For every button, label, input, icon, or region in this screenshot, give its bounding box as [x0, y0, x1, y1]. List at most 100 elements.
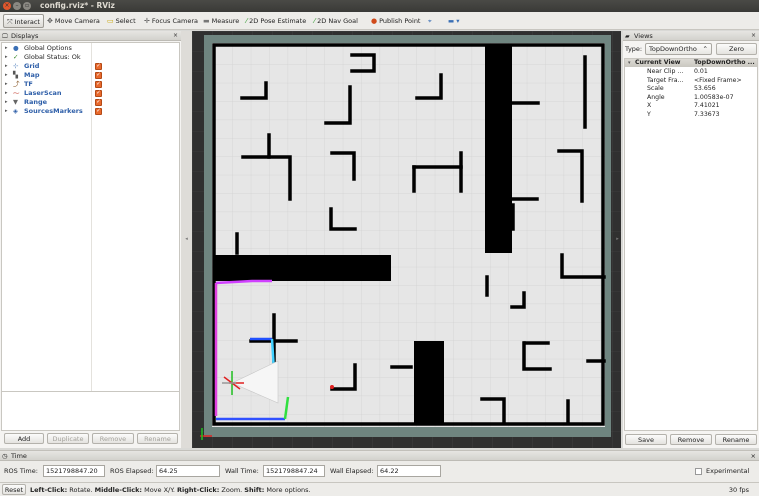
view-prop-scale[interactable]: Scale 53.656	[625, 85, 757, 93]
window-title: config.rviz* - RViz	[40, 1, 115, 10]
crosshair-tool-icon[interactable]: ⌖	[425, 14, 435, 28]
expand-arrow-icon[interactable]: ▸	[5, 44, 8, 53]
view-prop-near-clip-[interactable]: Near Clip ... 0.01	[625, 68, 757, 76]
clock-icon: ◷	[2, 452, 8, 460]
close-panel-icon[interactable]: ×	[172, 32, 179, 39]
view-prop-y[interactable]: Y 7.33673	[625, 111, 757, 119]
fps-readout: 30 fps	[728, 486, 749, 494]
tool-2d-nav-goal[interactable]: ⁄ 2D Nav Goal	[311, 14, 361, 28]
toolbar: ⤧ Interact ✥ Move Camera ▭ Select ✛ Focus Camer…	[0, 12, 759, 30]
remove-view-button[interactable]: Remove	[670, 434, 712, 445]
check-icon: ✓	[13, 53, 19, 61]
view-prop-target-fra-[interactable]: Target Fra... <Fixed Frame>	[625, 77, 757, 85]
views-panel: ▰ Views × Type: TopDownOrtho ⌃ Zero ▾ Cu…	[623, 31, 759, 448]
time-panel: ◷ Time × ROS Time: 1521798847.20 ROS Ela…	[0, 450, 759, 482]
tool-interact[interactable]: ⤧ Interact	[3, 14, 44, 28]
focus-camera-icon: ✛	[144, 17, 150, 25]
map-wall-block	[214, 255, 391, 281]
displays-header: 🖵 Displays ×	[0, 31, 181, 41]
title-bar: × – ▫ config.rviz* - RViz	[0, 0, 759, 12]
ros-elapsed-label: ROS Elapsed:	[110, 467, 154, 475]
tool-measure[interactable]: ▬ Measure	[200, 14, 242, 28]
expand-arrow-icon[interactable]: ▾	[628, 59, 631, 67]
zero-view-button[interactable]: Zero	[716, 43, 757, 55]
tool-options-dropdown[interactable]: ▬ ▾	[445, 14, 462, 28]
expand-arrow-icon[interactable]: ▸	[5, 107, 8, 116]
view-type-label: Type:	[625, 45, 643, 53]
move-camera-icon: ✥	[47, 17, 53, 25]
view-properties-tree[interactable]: ▾ Current View TopDownOrtho ... Near Cli…	[624, 58, 758, 431]
grid-icon: ⊹	[13, 62, 19, 70]
tool-focus-camera[interactable]: ✛ Focus Camera	[141, 14, 201, 28]
close-window-button[interactable]: ×	[3, 2, 11, 10]
view-prop-angle[interactable]: Angle 1.00583e-07	[625, 94, 757, 102]
ros-time-field[interactable]: 1521798847.20	[43, 465, 105, 477]
ros-time-label: ROS Time:	[4, 467, 38, 475]
experimental-label: Experimental	[706, 467, 750, 475]
expand-arrow-icon[interactable]: ▸	[5, 98, 8, 107]
close-panel-icon[interactable]: ×	[750, 32, 757, 39]
goal-marker	[330, 385, 334, 389]
column-divider	[91, 43, 92, 398]
interact-icon: ⤧	[7, 18, 13, 26]
current-view-row[interactable]: ▾ Current View TopDownOrtho ...	[625, 59, 757, 67]
select-icon: ▭	[107, 17, 114, 25]
tf-icon: ⤴	[13, 80, 20, 88]
displays-panel: 🖵 Displays × ▸ ● Global Options ▸ ✓ Global St…	[0, 31, 181, 448]
measure-icon: ▬	[203, 17, 210, 25]
render-viewport[interactable]	[192, 31, 621, 448]
status-hint: Left-Click: Rotate. Middle-Click: Move X…	[30, 486, 311, 494]
status-bar: Reset Left-Click: Rotate. Middle-Click: …	[0, 482, 759, 496]
view-prop-x[interactable]: X 7.41021	[625, 102, 757, 110]
publish-point-icon: ●	[371, 17, 378, 25]
display-enabled-checkbox[interactable]: ✓	[95, 63, 102, 70]
close-panel-icon[interactable]: ×	[751, 451, 756, 461]
ros-elapsed-field[interactable]: 64.25	[156, 465, 220, 477]
reset-button[interactable]: Reset	[2, 484, 26, 495]
display-enabled-checkbox[interactable]: ✓	[95, 90, 102, 97]
experimental-checkbox[interactable]	[695, 468, 702, 475]
maximize-window-button[interactable]: ▫	[23, 2, 31, 10]
globe-icon: ●	[13, 44, 19, 52]
pose-estimate-icon: ⁄	[246, 17, 248, 25]
expand-arrow-icon[interactable]: ▸	[5, 62, 8, 71]
minimize-window-button[interactable]: –	[13, 2, 21, 10]
markers-icon: ◈	[13, 107, 18, 115]
time-header: ◷ Time ×	[0, 451, 759, 461]
duplicate-display-button[interactable]: Duplicate	[47, 433, 89, 444]
expand-arrow-icon[interactable]: ▸	[5, 71, 8, 80]
display-enabled-checkbox[interactable]: ✓	[95, 99, 102, 106]
views-header: ▰ Views ×	[623, 31, 759, 41]
wall-elapsed-label: Wall Elapsed:	[330, 467, 374, 475]
monitor-icon: 🖵	[2, 33, 8, 40]
nav-goal-icon: ⁄	[314, 17, 316, 25]
view-type-select[interactable]: TopDownOrtho ⌃	[645, 43, 712, 55]
wall-time-field[interactable]: 1521798847.24	[263, 465, 325, 477]
laserscan-icon: ⁓	[13, 89, 20, 97]
wall-elapsed-field[interactable]: 64.22	[377, 465, 441, 477]
displays-tree[interactable]: ▸ ● Global Options ▸ ✓ Global Status: Ok ▸ ⊹ Gri…	[1, 42, 180, 399]
expand-arrow-icon[interactable]: ▸	[5, 89, 8, 98]
tool-move-camera[interactable]: ✥ Move Camera	[44, 14, 103, 28]
rename-view-button[interactable]: Rename	[715, 434, 757, 445]
tool-2d-pose-estimate[interactable]: ⁄ 2D Pose Estimate	[243, 14, 309, 28]
display-enabled-checkbox[interactable]: ✓	[95, 72, 102, 79]
tool-publish-point[interactable]: ● Publish Point	[368, 14, 423, 28]
left-splitter[interactable]: ◂	[181, 31, 192, 448]
display-enabled-checkbox[interactable]: ✓	[95, 108, 102, 115]
map-icon: ▚	[13, 71, 18, 79]
expand-arrow-icon[interactable]: ▸	[5, 53, 8, 62]
wall-time-label: Wall Time:	[225, 467, 259, 475]
rename-display-button[interactable]: Rename	[137, 433, 178, 444]
expand-arrow-icon[interactable]: ▸	[5, 80, 8, 89]
tool-select[interactable]: ▭ Select	[104, 14, 139, 28]
display-enabled-checkbox[interactable]: ✓	[95, 81, 102, 88]
save-view-button[interactable]: Save	[625, 434, 667, 445]
camera-icon: ▰	[625, 33, 630, 40]
right-splitter[interactable]: ▸	[612, 31, 623, 448]
map-wall-block	[414, 341, 444, 425]
add-display-button[interactable]: Add	[4, 433, 44, 444]
range-icon: ▼	[13, 98, 18, 106]
map-wall-block	[485, 45, 512, 253]
remove-display-button[interactable]: Remove	[92, 433, 134, 444]
